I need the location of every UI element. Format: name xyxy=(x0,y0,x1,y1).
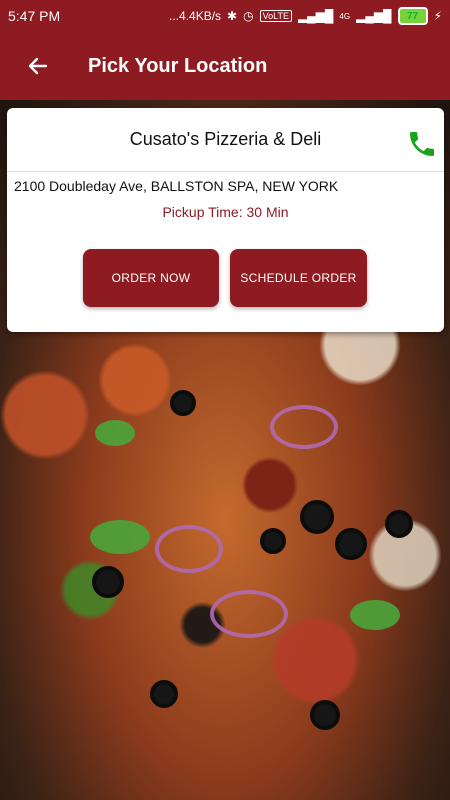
location-card: Cusato's Pizzeria & Deli 2100 Doubleday … xyxy=(7,108,444,332)
call-button[interactable] xyxy=(406,128,438,160)
onion-decoration xyxy=(270,405,338,449)
signal-icon: ▂▄▆█ xyxy=(356,9,392,23)
pepper-decoration xyxy=(95,420,135,446)
restaurant-address: 2100 Doubleday Ave, BALLSTON SPA, NEW YO… xyxy=(14,178,339,194)
olive-decoration xyxy=(385,510,413,538)
olive-decoration xyxy=(335,528,367,560)
volte-icon: VoLTE xyxy=(259,10,292,22)
restaurant-name: Cusato's Pizzeria & Deli xyxy=(129,129,322,149)
status-bar: 5:47 PM ...4.4KB/s ✱ ◷ VoLTE ▂▄▆█ 4G ▂▄▆… xyxy=(0,0,450,32)
network-speed: ...4.4KB/s xyxy=(169,9,222,23)
alarm-icon: ◷ xyxy=(243,9,254,23)
page-title: Pick Your Location xyxy=(88,54,268,77)
status-time: 5:47 PM xyxy=(8,8,61,24)
card-header: Cusato's Pizzeria & Deli xyxy=(7,108,444,172)
pepper-decoration xyxy=(350,600,400,630)
back-arrow-icon xyxy=(28,57,48,75)
order-now-button[interactable]: ORDER NOW xyxy=(83,249,219,307)
olive-decoration xyxy=(170,390,196,416)
onion-decoration xyxy=(210,590,288,638)
charging-icon: ⚡ xyxy=(433,9,442,23)
battery-icon: 77 xyxy=(397,7,428,25)
pepper-decoration xyxy=(90,520,150,554)
status-icons: ...4.4KB/s ✱ ◷ VoLTE ▂▄▆█ 4G ▂▄▆█ 77 ⚡ xyxy=(169,7,442,25)
pickup-time: Pickup Time: 30 Min xyxy=(162,204,289,220)
onion-decoration xyxy=(155,525,223,573)
olive-decoration xyxy=(310,700,340,730)
olive-decoration xyxy=(92,566,124,598)
bluetooth-icon: ✱ xyxy=(227,9,238,23)
back-button[interactable] xyxy=(18,46,58,86)
signal-icon: ▂▄▆█ xyxy=(297,9,334,23)
olive-decoration xyxy=(150,680,178,708)
app-header: Pick Your Location xyxy=(0,32,450,100)
schedule-order-button[interactable]: SCHEDULE ORDER xyxy=(230,249,367,307)
olive-decoration xyxy=(260,528,286,554)
phone-icon xyxy=(410,132,434,156)
olive-decoration xyxy=(300,500,334,534)
network-type: 4G xyxy=(339,11,351,21)
battery-level: 77 xyxy=(407,10,419,22)
